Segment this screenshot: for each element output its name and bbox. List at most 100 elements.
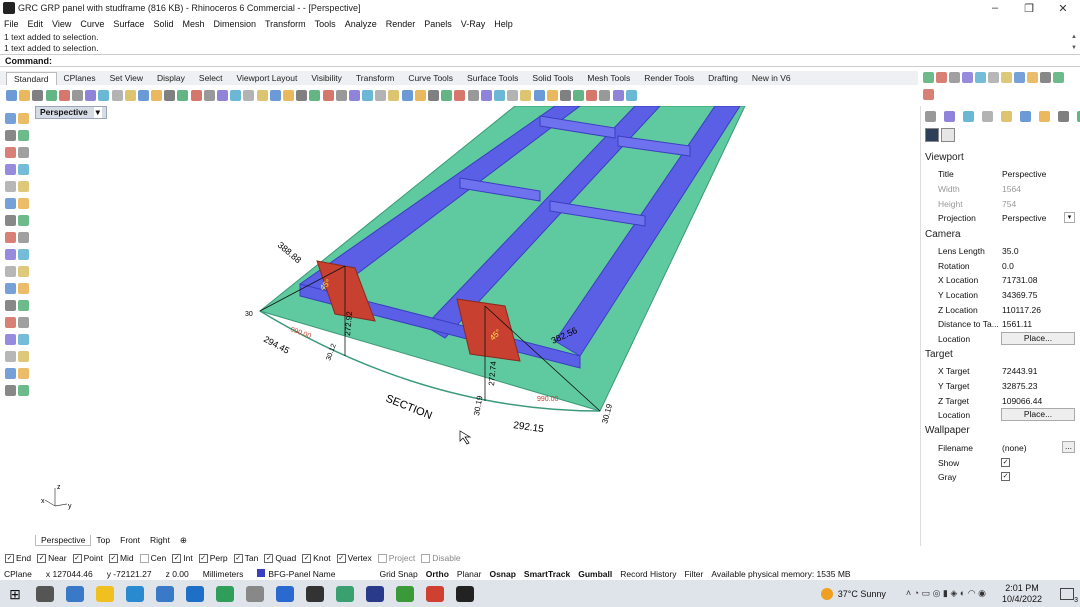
status-osnap[interactable]: Osnap: [489, 569, 515, 579]
target-place-button[interactable]: Place...: [1001, 408, 1075, 421]
menu-item-render[interactable]: Render: [386, 19, 416, 29]
tool-icon[interactable]: [164, 89, 176, 101]
taskbar-app-icon[interactable]: [276, 585, 294, 602]
tab-surface-tools[interactable]: Surface Tools: [460, 72, 525, 85]
snap-int[interactable]: ✓ Int: [172, 553, 193, 563]
status-units[interactable]: Millimeters: [203, 569, 244, 579]
clock-date[interactable]: 10/4/2022: [1002, 594, 1042, 605]
lens-value[interactable]: 35.0: [1002, 246, 1019, 256]
taskbar-app-icon[interactable]: [336, 585, 354, 602]
tool-icon[interactable]: [335, 89, 347, 101]
tool-icon[interactable]: [32, 89, 44, 101]
taskbar-app-icon[interactable]: [96, 585, 114, 602]
status-ortho[interactable]: Ortho: [426, 569, 449, 579]
snap-cen[interactable]: Cen: [139, 553, 166, 563]
tool-icon[interactable]: [5, 198, 16, 209]
snap-checkbox[interactable]: ✓: [172, 553, 182, 563]
tool-icon[interactable]: [309, 89, 321, 101]
tab-display[interactable]: Display: [150, 72, 192, 85]
tool-icon[interactable]: [98, 89, 110, 101]
tool-icon[interactable]: [5, 147, 16, 158]
tool-icon[interactable]: [322, 89, 334, 101]
projection-select[interactable]: Perspective: [1002, 213, 1046, 223]
clock-time[interactable]: 2:01 PM: [1005, 583, 1039, 594]
tool-icon[interactable]: [85, 89, 97, 101]
menu-item-edit[interactable]: Edit: [28, 19, 44, 29]
tool-icon[interactable]: [190, 89, 202, 101]
taskbar-app-icon[interactable]: [156, 585, 174, 602]
snap-project[interactable]: Project: [377, 553, 415, 563]
tool-icon[interactable]: [5, 215, 16, 226]
display-icon[interactable]: [941, 128, 955, 142]
snap-checkbox[interactable]: ✓: [198, 553, 208, 563]
menu-item-help[interactable]: Help: [494, 19, 513, 29]
tool-icon[interactable]: [401, 89, 413, 101]
tool-icon[interactable]: [6, 89, 17, 101]
tab-solid-tools[interactable]: Solid Tools: [525, 72, 580, 85]
panel-tab-icon[interactable]: [944, 111, 955, 122]
snap-checkbox[interactable]: ✓: [5, 553, 14, 563]
tool-icon[interactable]: [493, 89, 505, 101]
menu-item-tools[interactable]: Tools: [315, 19, 336, 29]
panel-tool-icon[interactable]: [949, 72, 960, 83]
tool-icon[interactable]: [5, 351, 16, 362]
tool-icon[interactable]: [18, 385, 29, 396]
viewport-tab-right[interactable]: Right: [145, 535, 175, 545]
snap-end[interactable]: ✓ End: [5, 553, 31, 563]
tool-icon[interactable]: [18, 249, 29, 260]
tab-visibility[interactable]: Visibility: [304, 72, 349, 85]
tab-new-in-v6[interactable]: New in V6: [745, 72, 798, 85]
minimize-button[interactable]: –: [978, 2, 1012, 14]
tool-icon[interactable]: [533, 89, 545, 101]
menu-item-transform[interactable]: Transform: [265, 19, 306, 29]
browse-button[interactable]: ...: [1062, 441, 1075, 453]
tool-icon[interactable]: [18, 317, 29, 328]
chevron-down-icon[interactable]: ▾: [93, 107, 102, 118]
camera-place-button[interactable]: Place...: [1001, 332, 1075, 345]
tool-icon[interactable]: [546, 89, 558, 101]
panel-tool-icon[interactable]: [1014, 72, 1025, 83]
panel-tool-icon[interactable]: [1027, 72, 1038, 83]
tool-icon[interactable]: [203, 89, 215, 101]
close-button[interactable]: ✕: [1046, 2, 1080, 15]
viewport-tab-front[interactable]: Front: [115, 535, 145, 545]
taskbar-app-icon[interactable]: [396, 585, 414, 602]
menu-item-mesh[interactable]: Mesh: [182, 19, 204, 29]
tool-icon[interactable]: [612, 89, 624, 101]
menu-item-analyze[interactable]: Analyze: [345, 19, 377, 29]
tab-mesh-tools[interactable]: Mesh Tools: [580, 72, 637, 85]
tool-icon[interactable]: [507, 89, 519, 101]
tool-icon[interactable]: [5, 317, 16, 328]
taskbar-app-icon[interactable]: [36, 585, 54, 602]
tool-icon[interactable]: [5, 266, 16, 277]
snap-checkbox[interactable]: ✓: [302, 553, 312, 563]
snap-checkbox[interactable]: ✓: [37, 553, 47, 563]
gray-checkbox[interactable]: ✓: [1001, 472, 1010, 481]
tool-icon[interactable]: [177, 89, 189, 101]
tool-icon[interactable]: [5, 113, 16, 124]
tool-icon[interactable]: [5, 283, 16, 294]
panel-tool-icon[interactable]: [936, 72, 947, 83]
command-input[interactable]: [56, 55, 1080, 66]
tool-icon[interactable]: [586, 89, 598, 101]
menu-item-panels[interactable]: Panels: [424, 19, 452, 29]
tab-render-tools[interactable]: Render Tools: [637, 72, 701, 85]
tool-icon[interactable]: [520, 89, 532, 101]
tool-icon[interactable]: [348, 89, 360, 101]
tool-icon[interactable]: [18, 164, 29, 175]
tool-icon[interactable]: [18, 232, 29, 243]
tool-icon[interactable]: [573, 89, 585, 101]
taskbar-app-icon[interactable]: [216, 585, 234, 602]
tool-icon[interactable]: [256, 89, 268, 101]
snap-checkbox[interactable]: ✓: [233, 553, 243, 563]
panel-tool-icon[interactable]: [1001, 72, 1012, 83]
y-location-value[interactable]: 34369.75: [1002, 290, 1037, 300]
tab-transform[interactable]: Transform: [349, 72, 401, 85]
tool-icon[interactable]: [375, 89, 387, 101]
menu-item-view[interactable]: View: [52, 19, 71, 29]
tab-drafting[interactable]: Drafting: [701, 72, 745, 85]
camera-icon[interactable]: [925, 128, 939, 142]
tool-icon[interactable]: [45, 89, 57, 101]
snap-checkbox[interactable]: ✓: [264, 553, 274, 563]
model-render[interactable]: 388.88 272.92 294.45 30 30.12 382.56 272…: [35, 106, 917, 531]
